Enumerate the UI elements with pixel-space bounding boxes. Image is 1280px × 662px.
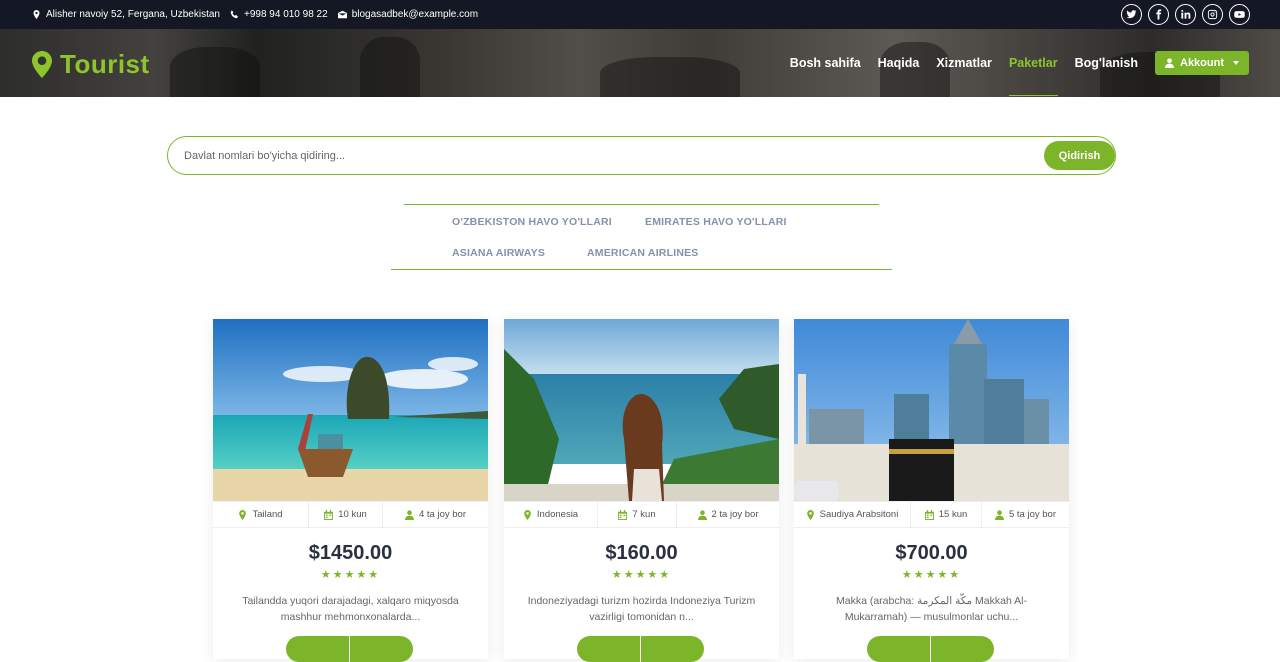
search-button[interactable]: Qidirish <box>1044 141 1115 170</box>
linkedin-icon[interactable] <box>1175 4 1196 25</box>
rating-stars: ★★★★★ <box>320 569 381 581</box>
envelope-icon <box>337 10 347 19</box>
main-nav: Bosh sahifa Haqida Xizmatlar Paketlar Bo… <box>790 29 1249 97</box>
package-description: Tailandda yuqori darajadagi, xalqaro miq… <box>242 595 459 623</box>
package-price: $1450.00 <box>308 542 393 564</box>
calendar-icon <box>324 509 334 520</box>
package-image <box>213 319 488 501</box>
package-details-button[interactable] <box>577 636 640 662</box>
user-icon <box>995 509 1004 520</box>
phone-item: +998 94 010 98 22 <box>230 9 328 20</box>
search-bar: Qidirish <box>167 136 1116 175</box>
filter-asiana-airways[interactable]: ASIANA AIRWAYS <box>452 247 545 259</box>
package-image <box>794 319 1069 501</box>
social-links <box>1121 4 1250 25</box>
nav-item-paketlar[interactable]: Paketlar <box>1008 29 1058 97</box>
package-duration: 15 kun <box>911 502 982 527</box>
rating-stars: ★★★★★ <box>611 569 672 581</box>
package-meta: Indonesia 7 kun 2 ta joy bor <box>504 501 779 528</box>
package-description: Indoneziyadagi turizm hozirda Indoneziya… <box>527 595 756 623</box>
package-meta: Tailand 10 kun 4 ta joy bor <box>213 501 488 528</box>
package-description: Makka (arabcha: مكّة المكرمة Makkah Al-M… <box>836 595 1027 623</box>
package-image <box>504 319 779 501</box>
package-book-button[interactable] <box>350 636 413 662</box>
facebook-icon[interactable] <box>1148 4 1169 25</box>
package-book-button[interactable] <box>641 636 704 662</box>
nav-item-haqida[interactable]: Haqida <box>878 29 920 97</box>
brand-logo[interactable]: Tourist <box>32 49 150 80</box>
location-pin-icon <box>32 51 52 78</box>
package-location: Indonesia <box>504 502 598 527</box>
contact-info: Alisher navoiy 52, Fergana, Uzbekistan +… <box>32 0 478 29</box>
twitter-icon[interactable] <box>1121 4 1142 25</box>
account-label: Akkount <box>1180 57 1224 69</box>
phone-icon <box>230 10 238 19</box>
package-seats: 5 ta joy bor <box>982 502 1069 527</box>
nav-item-xizmatlar[interactable]: Xizmatlar <box>936 29 992 97</box>
package-seats: 2 ta joy bor <box>677 502 779 527</box>
instagram-icon[interactable] <box>1202 4 1223 25</box>
calendar-icon <box>618 509 628 520</box>
calendar-icon <box>924 509 934 520</box>
filter-american-airlines[interactable]: AMERICAN AIRLINES <box>587 247 699 259</box>
filter-emirates[interactable]: EMIRATES HAVO YO'LLARI <box>645 216 787 228</box>
email-text: blogasadbek@example.com <box>351 9 479 20</box>
package-action-buttons <box>867 636 994 662</box>
package-price: $700.00 <box>895 542 968 564</box>
top-info-bar: Alisher navoiy 52, Fergana, Uzbekistan +… <box>0 0 1280 29</box>
package-card[interactable]: Tailand 10 kun 4 ta joy bor $1450.00 ★★★… <box>213 319 488 662</box>
package-location: Saudiya Arabsitoni <box>794 502 911 527</box>
package-meta: Saudiya Arabsitoni 15 kun 5 ta joy bor <box>794 501 1069 528</box>
package-location: Tailand <box>213 502 309 527</box>
address-item: Alisher navoiy 52, Fergana, Uzbekistan <box>32 9 220 20</box>
filter-divider-bottom <box>391 269 892 270</box>
package-action-buttons <box>286 636 413 662</box>
account-dropdown-button[interactable]: Akkount <box>1155 51 1249 75</box>
user-icon <box>405 509 414 520</box>
location-pin-icon <box>524 509 531 520</box>
package-price: $160.00 <box>605 542 678 564</box>
rating-stars: ★★★★★ <box>901 569 962 581</box>
package-book-button[interactable] <box>931 636 994 662</box>
location-pin-icon <box>33 10 40 19</box>
address-text: Alisher navoiy 52, Fergana, Uzbekistan <box>46 9 220 20</box>
package-details-button[interactable] <box>286 636 349 662</box>
nav-item-boglanish[interactable]: Bog'lanish <box>1075 29 1138 97</box>
chevron-down-icon <box>1233 61 1239 65</box>
brand-name: Tourist <box>60 49 150 79</box>
location-pin-icon <box>806 509 814 520</box>
search-input[interactable] <box>184 147 984 165</box>
youtube-icon[interactable] <box>1229 4 1250 25</box>
filter-divider-top <box>404 204 879 205</box>
package-details-button[interactable] <box>867 636 930 662</box>
user-icon <box>1165 58 1174 68</box>
package-card[interactable]: Indonesia 7 kun 2 ta joy bor $160.00 ★★★… <box>504 319 779 662</box>
user-icon <box>697 509 707 520</box>
package-duration: 10 kun <box>309 502 383 527</box>
phone-text: +998 94 010 98 22 <box>243 9 328 20</box>
package-seats: 4 ta joy bor <box>383 502 488 527</box>
package-duration: 7 kun <box>598 502 677 527</box>
filter-uzbekistan-airways[interactable]: O'ZBEKISTON HAVO YO'LLARI <box>452 216 612 228</box>
nav-item-bosh-sahifa[interactable]: Bosh sahifa <box>790 29 861 97</box>
package-action-buttons <box>577 636 704 662</box>
location-pin-icon <box>239 509 247 520</box>
package-card[interactable]: Saudiya Arabsitoni 15 kun 5 ta joy bor $… <box>794 319 1069 662</box>
email-item: blogasadbek@example.com <box>337 9 479 20</box>
